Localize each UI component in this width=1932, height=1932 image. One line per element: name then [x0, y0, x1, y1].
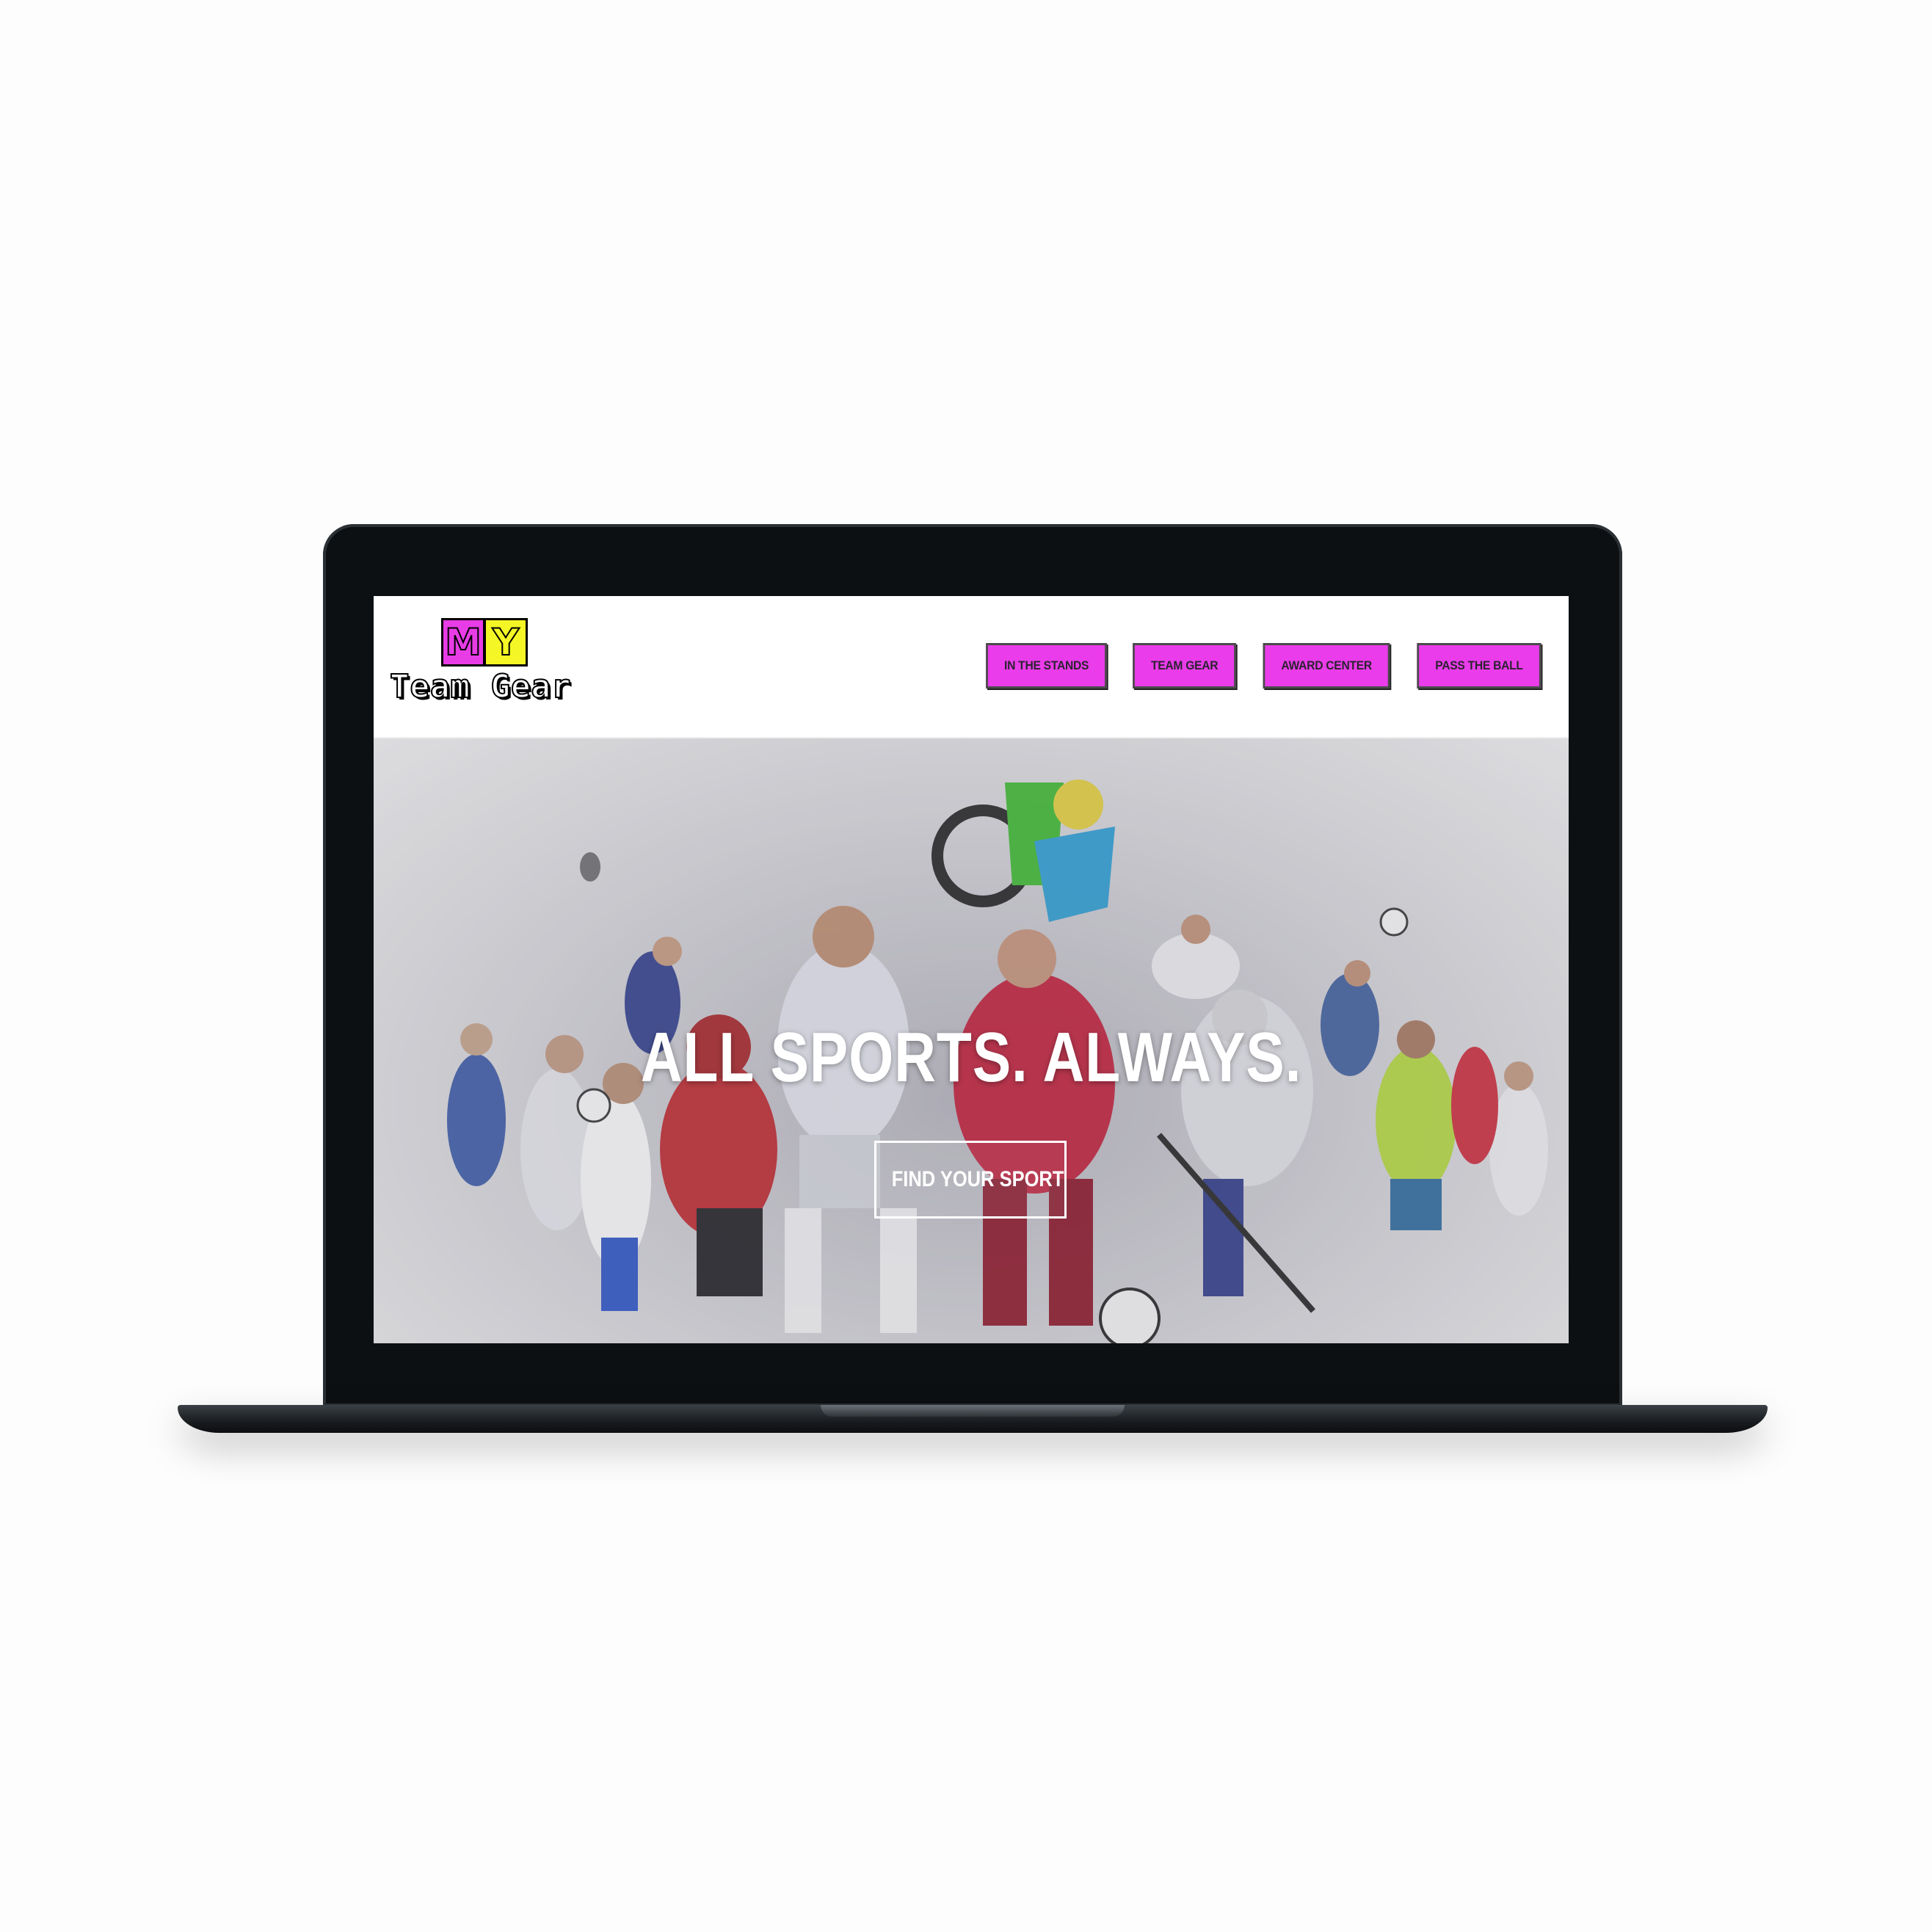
logo-wordmark: Team Gear: [389, 667, 572, 706]
main-nav: IN THE STANDS TEAM GEAR AWARD CENTER PAS…: [981, 643, 1547, 689]
mockup-stage: M Y Team Gear IN THE STANDS TEAM GEAR AW…: [0, 0, 1932, 1932]
find-your-sport-label: FIND YOUR SPORT: [891, 1167, 1064, 1191]
nav-team-gear[interactable]: TEAM GEAR: [1133, 643, 1237, 689]
hero-section: ALL SPORTS. ALWAYS. FIND YOUR SPORT: [374, 738, 1569, 1343]
nav-pass-the-ball[interactable]: PASS THE BALL: [1417, 643, 1541, 689]
hero-title: ALL SPORTS. ALWAYS.: [640, 1018, 1302, 1097]
nav-in-the-stands[interactable]: IN THE STANDS: [986, 643, 1108, 689]
logo-letter-m: M: [441, 618, 485, 667]
laptop-notch: [821, 1405, 1125, 1417]
nav-award-center[interactable]: AWARD CENTER: [1263, 643, 1390, 689]
find-your-sport-button[interactable]: FIND YOUR SPORT: [874, 1141, 1067, 1219]
logo-letter-y: Y: [484, 618, 528, 667]
brand-logo[interactable]: M Y Team Gear: [389, 618, 573, 713]
laptop-screen: M Y Team Gear IN THE STANDS TEAM GEAR AW…: [374, 596, 1569, 1343]
site-header: M Y Team Gear IN THE STANDS TEAM GEAR AW…: [374, 596, 1569, 738]
